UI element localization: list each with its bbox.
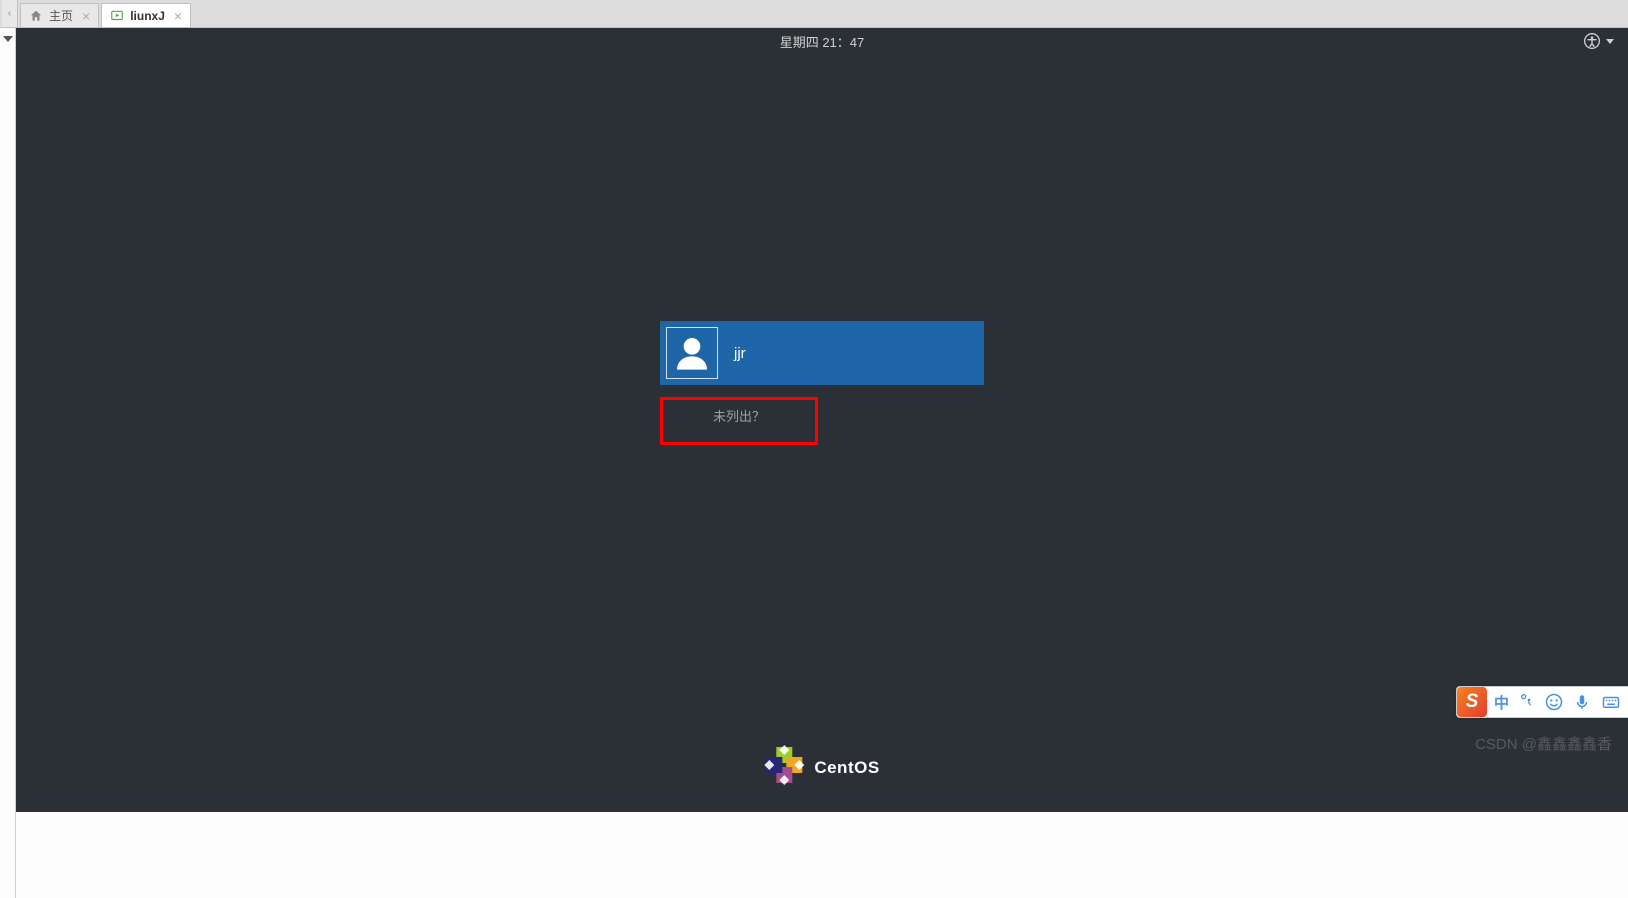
ime-punct-button[interactable] [1516,692,1538,712]
os-name-label: CentOS [814,758,879,778]
dropdown-caret-icon[interactable] [3,36,13,42]
microphone-icon[interactable] [1570,693,1594,711]
user-avatar [666,327,718,379]
not-listed-link[interactable]: 未列出？ [713,406,765,425]
user-icon [672,333,712,373]
csdn-watermark: CSDN @鑫鑫鑫鑫香 [1475,733,1612,754]
not-listed-highlight-box: 未列出？ [660,397,818,445]
vm-viewport-wrapper: 星期四 21：47 jjr 未列出？ [16,28,1628,898]
ime-mode-button[interactable]: 中 [1491,692,1512,713]
sogou-logo-icon[interactable]: S [1457,687,1487,717]
vm-guest-display[interactable]: 星期四 21：47 jjr 未列出？ [16,28,1628,812]
smiley-icon[interactable] [1542,693,1566,711]
keyboard-icon[interactable] [1598,693,1624,711]
user-name-label: jjr [734,345,746,362]
side-panel-gutter [0,28,16,898]
login-screen: jjr 未列出？ [16,4,1628,762]
ime-toolbar[interactable]: S 中 [1456,686,1628,718]
centos-logo-icon [764,745,804,790]
user-tile[interactable]: jjr [660,321,984,385]
os-branding: CentOS [764,745,879,790]
vm-status-bar-area [16,812,1628,898]
